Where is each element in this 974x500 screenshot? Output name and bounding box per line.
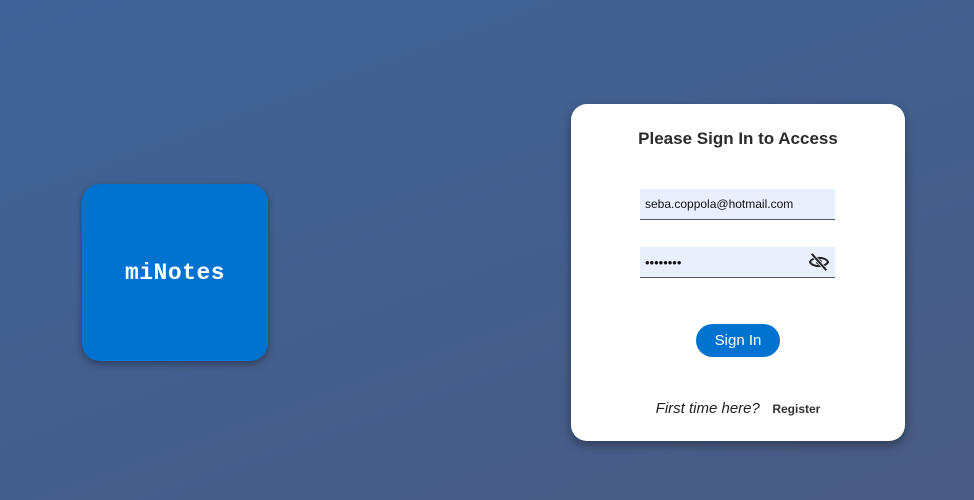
login-title: Please Sign In to Access [638,129,838,148]
app-logo-text: miNotes [124,259,226,286]
register-prompt: First time here? [655,400,760,417]
register-link[interactable]: Register [772,402,820,416]
app-logo: miNotes [82,184,268,361]
email-field-container [640,189,835,220]
password-field-container [640,247,835,278]
register-row: First time here? Register [571,400,905,418]
password-field[interactable] [640,247,800,277]
email-field[interactable] [640,189,835,219]
login-card: Please Sign In to Access Sign In First t… [571,104,905,441]
sign-in-button[interactable]: Sign In [696,324,780,357]
eye-off-icon[interactable] [808,252,830,272]
